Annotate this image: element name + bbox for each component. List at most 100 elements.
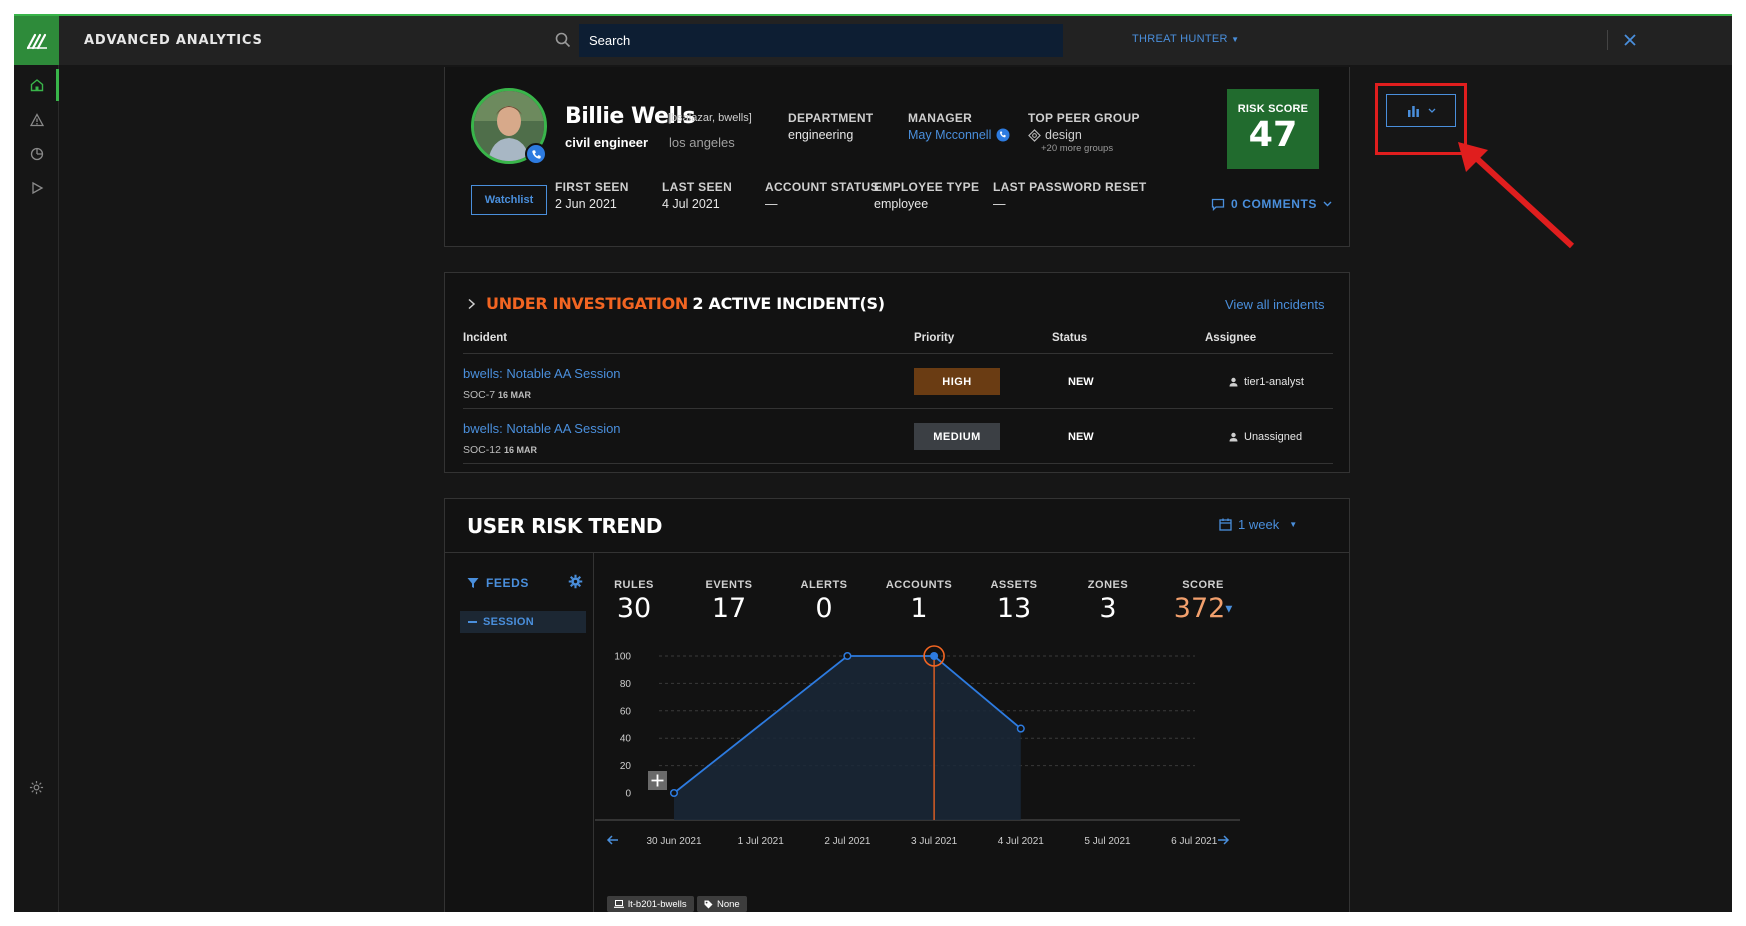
peer-group[interactable]: design <box>1028 128 1082 142</box>
data-point <box>1016 724 1025 733</box>
y-tick-label: 20 <box>620 761 632 772</box>
y-tick-label: 80 <box>620 679 632 690</box>
stat-value: 13 <box>996 593 1032 624</box>
assignee[interactable]: Unassigned <box>1229 431 1302 443</box>
gear-icon[interactable] <box>568 574 583 589</box>
trend-title: USER RISK TREND <box>467 514 662 538</box>
call-user-button[interactable] <box>525 143 547 165</box>
status-label: NEW <box>1068 431 1094 443</box>
close-icon[interactable] <box>1620 30 1640 50</box>
risk-score-box: RISK SCORE 47 <box>1227 89 1319 169</box>
user-location: los angeles <box>669 135 735 150</box>
y-tick-label: 60 <box>620 706 632 717</box>
incident-id: SOC-7 <box>463 389 496 401</box>
risk-trend-chart: 0 20 40 60 80 100 30 Jun 2021 1 Jul 2021 2 Jul 2… <box>595 645 1240 847</box>
last-seen-value: 4 Jul 2021 <box>662 197 720 211</box>
peer-group-more[interactable]: +20 more groups <box>1041 143 1113 154</box>
priority-badge: MEDIUM <box>914 423 1000 450</box>
feed-item-label: SESSION <box>483 616 535 628</box>
x-tick-label: 1 Jul 2021 <box>738 836 785 847</box>
caret-down-icon: ▼ <box>1225 604 1233 615</box>
table-bottom-border <box>463 463 1333 464</box>
caret-down-icon: ▼ <box>1231 35 1240 44</box>
x-tick-label: 4 Jul 2021 <box>998 836 1045 847</box>
risk-score-value: 47 <box>1248 115 1298 155</box>
incidents-header[interactable]: UNDER INVESTIGATION 2 ACTIVE INCIDENT(S) <box>467 294 885 314</box>
nav-playbooks[interactable] <box>14 174 59 202</box>
nav-alerts[interactable] <box>14 106 59 134</box>
feeds-filter[interactable]: FEEDS <box>467 576 529 590</box>
nav-home[interactable] <box>14 71 59 99</box>
last-password-reset-value: — <box>993 197 1006 211</box>
first-seen-label: FIRST SEEN <box>555 180 629 194</box>
table-row: bwells: Notable AA Session SOC-7 16 MAR … <box>463 353 1333 408</box>
status-label: NEW <box>1068 376 1094 388</box>
toolbar-divider <box>1607 30 1608 50</box>
stat-score[interactable]: SCORE 372▼ <box>1158 579 1248 624</box>
stat-accounts: ACCOUNTS 1 <box>874 579 964 624</box>
incident-link[interactable]: bwells: Notable AA Session <box>463 366 621 381</box>
last-password-reset-label: LAST PASSWORD RESET <box>993 180 1147 194</box>
chevron-right-icon[interactable] <box>467 298 476 310</box>
chevron-down-icon <box>1323 201 1332 207</box>
nav-settings[interactable] <box>14 773 59 801</box>
arrow-left-icon[interactable] <box>606 835 618 845</box>
search-input[interactable] <box>579 24 1063 57</box>
employee-type-value: employee <box>874 197 929 211</box>
phone-icon[interactable] <box>996 128 1010 142</box>
assignee-name: tier1-analyst <box>1244 376 1304 388</box>
watchlist-button[interactable]: Watchlist <box>471 185 547 215</box>
stat-rules: RULES 30 <box>589 579 679 624</box>
period-value: 1 week <box>1238 517 1280 532</box>
play-icon <box>31 181 43 195</box>
divider <box>445 552 1349 553</box>
active-nav-indicator <box>56 69 59 101</box>
stat-alerts: ALERTS 0 <box>779 579 869 624</box>
tag-icon <box>704 900 713 908</box>
app-logo[interactable] <box>14 16 59 65</box>
side-nav <box>14 65 59 912</box>
priority-badge: HIGH <box>914 368 1000 395</box>
nav-reports[interactable] <box>14 140 59 168</box>
assignee[interactable]: tier1-analyst <box>1229 376 1304 388</box>
data-point <box>843 651 852 661</box>
settings-icon <box>29 780 44 794</box>
assignee-name: Unassigned <box>1244 431 1303 443</box>
role-menu[interactable]: THREAT HUNTER ▼ <box>1132 33 1239 45</box>
caret-down-icon: ▼ <box>1289 520 1298 529</box>
stat-label: ASSETS <box>990 579 1038 591</box>
column-header-incident: Incident <box>463 332 508 344</box>
manager-label: MANAGER <box>908 111 973 125</box>
feeds-label: FEEDS <box>486 576 530 590</box>
manager-link[interactable]: May Mcconnell <box>908 128 1010 142</box>
user-aliases: [bsalazar, bwells] <box>668 112 752 124</box>
zone-chip[interactable]: None <box>697 896 747 912</box>
data-point <box>930 652 939 660</box>
investigation-status: UNDER INVESTIGATION <box>486 294 688 313</box>
stat-label: ZONES <box>1087 579 1129 591</box>
period-selector[interactable]: 1 week ▼ <box>1219 517 1297 532</box>
risk-score-label: RISK SCORE <box>1237 103 1309 115</box>
stat-label: RULES <box>614 579 654 591</box>
table-row: bwells: Notable AA Session SOC-12 16 MAR… <box>463 408 1333 463</box>
last-seen-label: LAST SEEN <box>662 180 733 194</box>
stat-label: EVENTS <box>705 579 753 591</box>
search-icon[interactable] <box>555 32 571 48</box>
asset-chip[interactable]: lt-b201-bwells <box>607 896 694 912</box>
incidents-card: UNDER INVESTIGATION 2 ACTIVE INCIDENT(S)… <box>444 272 1350 473</box>
view-all-incidents-link[interactable]: View all incidents <box>1225 297 1324 312</box>
employee-type-label: EMPLOYEE TYPE <box>874 180 980 194</box>
stat-zones: ZONES 3 <box>1063 579 1153 624</box>
stat-value: 0 <box>815 593 833 624</box>
stat-events: EVENTS 17 <box>684 579 774 624</box>
stat-value: 3 <box>1099 593 1117 624</box>
incident-link[interactable]: bwells: Notable AA Session <box>463 421 621 436</box>
department-value: engineering <box>788 128 854 142</box>
user-risk-trend-card: USER RISK TREND 1 week ▼ FEEDS SESSION R… <box>444 498 1350 912</box>
feed-item-session[interactable]: SESSION <box>460 611 586 633</box>
stat-assets: ASSETS 13 <box>969 579 1059 624</box>
comments-toggle[interactable]: 0 COMMENTS <box>1211 197 1332 211</box>
chip-label: lt-b201-bwells <box>628 898 687 910</box>
peer-group-label: TOP PEER GROUP <box>1028 111 1140 125</box>
arrow-right-icon[interactable] <box>1218 835 1230 845</box>
